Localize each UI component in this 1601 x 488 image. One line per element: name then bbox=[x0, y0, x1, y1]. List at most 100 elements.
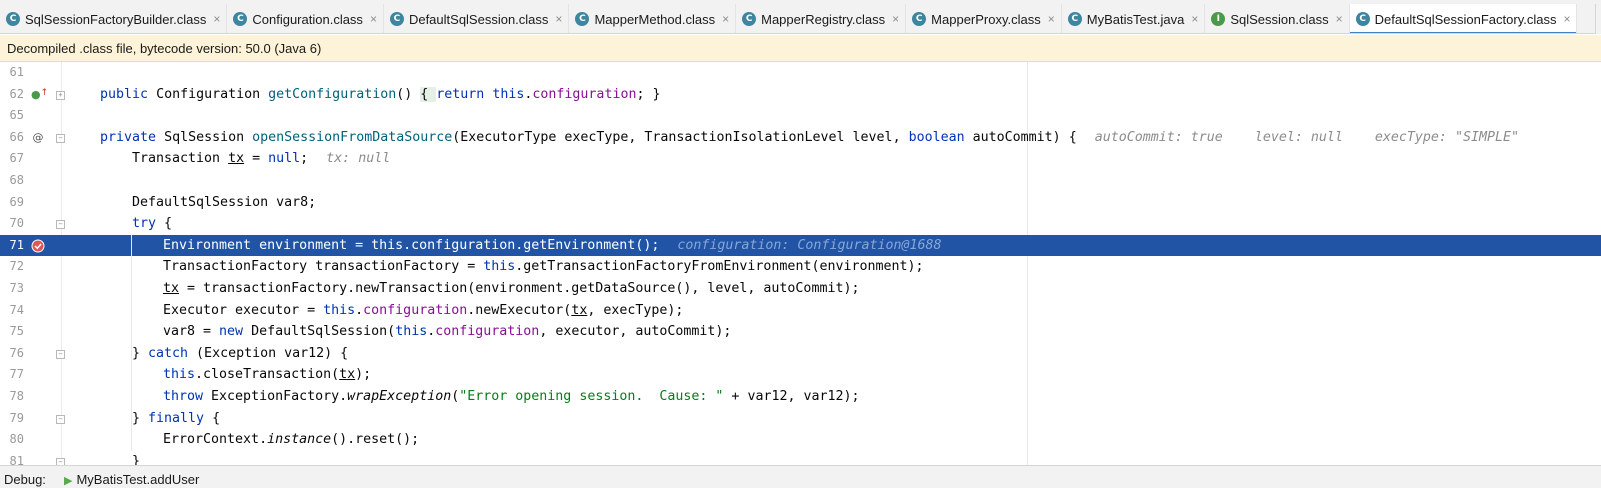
override-icon[interactable]: ●↑ bbox=[31, 88, 48, 102]
tab-mapperregistry[interactable]: C MapperRegistry.class × bbox=[736, 4, 907, 33]
code-text: var8 = new DefaultSqlSession(this.config… bbox=[163, 324, 732, 340]
code-line[interactable]: 80 ErrorContext.instance().reset(); bbox=[0, 429, 1601, 451]
tab-defaultsqlsessionfactory[interactable]: C DefaultSqlSessionFactory.class × bbox=[1349, 4, 1578, 33]
debug-session-icon: ▶ bbox=[64, 475, 73, 487]
fold-icon[interactable]: − bbox=[56, 457, 65, 465]
code-line[interactable]: 79 − } finally { bbox=[0, 408, 1601, 430]
c-class-icon: C bbox=[1355, 12, 1370, 26]
c-class-icon: C bbox=[233, 12, 248, 26]
fold-icon[interactable]: − bbox=[56, 220, 65, 230]
line-number: 81 bbox=[9, 453, 24, 465]
line-number: 78 bbox=[9, 389, 24, 403]
tab-label: SqlSessionFactoryBuilder.class bbox=[25, 11, 207, 27]
code-line[interactable]: 70 − try { bbox=[0, 213, 1601, 235]
code-line[interactable]: 81 − } bbox=[0, 451, 1601, 465]
code-text: throw ExceptionFactory.wrapException("Er… bbox=[163, 389, 860, 404]
code-editor[interactable]: 61 62 ●↑ + public Configuration getConfi… bbox=[0, 62, 1601, 465]
code-text: DefaultSqlSession var8; bbox=[132, 194, 317, 210]
tab-mybatistest[interactable]: C MyBatisTest.java × bbox=[1062, 4, 1206, 33]
line-number: 74 bbox=[9, 302, 24, 317]
close-icon[interactable]: × bbox=[370, 12, 377, 26]
line-number: 79 bbox=[9, 410, 24, 425]
line-number: 66 bbox=[9, 129, 24, 144]
code-line[interactable]: 75 var8 = new DefaultSqlSession(this.con… bbox=[0, 321, 1601, 343]
close-icon[interactable]: × bbox=[1048, 12, 1055, 26]
line-number: 75 bbox=[9, 324, 24, 339]
tab-defaultsqlsession[interactable]: C DefaultSqlSession.class × bbox=[384, 4, 570, 33]
code-text: Transaction tx = null; tx: null bbox=[132, 151, 391, 167]
line-number: 68 bbox=[9, 173, 24, 187]
tab-label: Configuration.class bbox=[252, 11, 363, 27]
code-text: this.closeTransaction(tx); bbox=[163, 367, 372, 383]
close-icon[interactable]: × bbox=[213, 12, 220, 26]
current-execution-line[interactable]: 71 Environment environment = this.config… bbox=[0, 234, 1601, 257]
fold-icon[interactable]: − bbox=[56, 414, 65, 424]
code-line[interactable]: 73 tx = transactionFactory.newTransactio… bbox=[0, 278, 1601, 300]
code-text: private SqlSession openSessionFromDataSo… bbox=[100, 129, 1519, 145]
code-line[interactable]: 66 @ − private SqlSession openSessionFro… bbox=[0, 127, 1601, 149]
fold-icon[interactable]: − bbox=[56, 349, 65, 359]
inline-debug-hint: configuration: Configuration@1688 bbox=[677, 237, 942, 253]
fold-icon[interactable]: + bbox=[56, 90, 65, 100]
tab-label: MyBatisTest.java bbox=[1086, 11, 1185, 27]
tab-configuration[interactable]: C Configuration.class × bbox=[227, 4, 384, 33]
code-text: } catch (Exception var12) { bbox=[132, 345, 349, 361]
tab-sqlsession[interactable]: I SqlSession.class × bbox=[1205, 4, 1350, 33]
tab-label: MapperProxy.class bbox=[931, 11, 1041, 27]
tab-label: DefaultSqlSessionFactory.class bbox=[1374, 11, 1557, 27]
close-icon[interactable]: × bbox=[1336, 12, 1343, 26]
decompiled-info-bar: Decompiled .class file, bytecode version… bbox=[0, 35, 1601, 62]
code-line[interactable]: 74 Executor executor = this.configuratio… bbox=[0, 300, 1601, 322]
code-line[interactable]: 65 bbox=[0, 105, 1601, 127]
code-text: try { bbox=[132, 216, 173, 232]
code-line[interactable]: 72 TransactionFactory transactionFactory… bbox=[0, 256, 1601, 278]
info-text: Decompiled .class file, bytecode version… bbox=[7, 40, 322, 56]
tab-label: MapperRegistry.class bbox=[761, 11, 886, 27]
code-line[interactable]: 68 bbox=[0, 170, 1601, 192]
code-line[interactable]: 77 this.closeTransaction(tx); bbox=[0, 364, 1601, 386]
code-line[interactable]: 67 Transaction tx = null; tx: null bbox=[0, 148, 1601, 170]
line-number: 72 bbox=[9, 259, 24, 274]
line-number: 61 bbox=[9, 65, 24, 79]
code-line[interactable]: 69 DefaultSqlSession var8; bbox=[0, 192, 1601, 214]
inline-debug-hint: autoCommit: true level: null execType: "… bbox=[1094, 129, 1519, 145]
line-number: 73 bbox=[9, 281, 24, 295]
line-number: 70 bbox=[9, 216, 24, 231]
line-number: 69 bbox=[9, 194, 24, 209]
line-number: 62 bbox=[9, 86, 24, 101]
c-class-icon: C bbox=[389, 12, 404, 26]
interface-icon: I bbox=[1211, 12, 1226, 26]
debug-tool-window-bar: Debug: ▶ MyBatisTest.addUser bbox=[0, 465, 1601, 488]
line-number: 71 bbox=[9, 237, 24, 252]
tab-label: DefaultSqlSession.class bbox=[408, 11, 549, 27]
debug-session-label: MyBatisTest.addUser bbox=[76, 472, 200, 487]
tab-overflow[interactable] bbox=[1595, 4, 1601, 34]
tab-mappermethod[interactable]: C MapperMethod.class × bbox=[569, 4, 737, 33]
fold-icon[interactable]: − bbox=[56, 133, 65, 143]
line-number: 80 bbox=[9, 432, 24, 447]
debug-label: Debug: bbox=[4, 472, 46, 487]
close-icon[interactable]: × bbox=[892, 12, 899, 26]
c-class-icon: C bbox=[575, 12, 590, 26]
close-icon[interactable]: × bbox=[1191, 12, 1198, 26]
inline-debug-hint: tx: null bbox=[326, 151, 391, 167]
tab-sqlsessionfactorybuilder[interactable]: C SqlSessionFactoryBuilder.class × bbox=[0, 4, 228, 33]
close-icon[interactable]: × bbox=[722, 12, 729, 26]
code-text: tx = transactionFactory.newTransaction(e… bbox=[163, 281, 860, 296]
tab-mapperproxy[interactable]: C MapperProxy.class × bbox=[906, 4, 1062, 33]
tab-label: MapperMethod.class bbox=[594, 11, 716, 27]
line-number: 77 bbox=[9, 367, 24, 382]
debug-session-tab[interactable]: ▶ MyBatisTest.addUser bbox=[64, 472, 199, 487]
editor-tab-bar: C SqlSessionFactoryBuilder.class × C Config… bbox=[0, 4, 1601, 34]
code-line[interactable]: 61 bbox=[0, 62, 1601, 84]
breakpoint-icon[interactable] bbox=[31, 239, 45, 253]
code-line[interactable]: 78 throw ExceptionFactory.wrapException(… bbox=[0, 386, 1601, 408]
code-line[interactable]: 76 − } catch (Exception var12) { bbox=[0, 343, 1601, 365]
line-number: 65 bbox=[9, 108, 24, 123]
code-text: ErrorContext.instance().reset(); bbox=[163, 432, 420, 448]
code-line[interactable]: 62 ●↑ + public Configuration getConfigur… bbox=[0, 84, 1601, 106]
close-icon[interactable]: × bbox=[555, 12, 562, 26]
tab-label: SqlSession.class bbox=[1230, 11, 1329, 27]
annotation-icon[interactable]: @ bbox=[31, 131, 45, 145]
close-icon[interactable]: × bbox=[1563, 12, 1570, 26]
